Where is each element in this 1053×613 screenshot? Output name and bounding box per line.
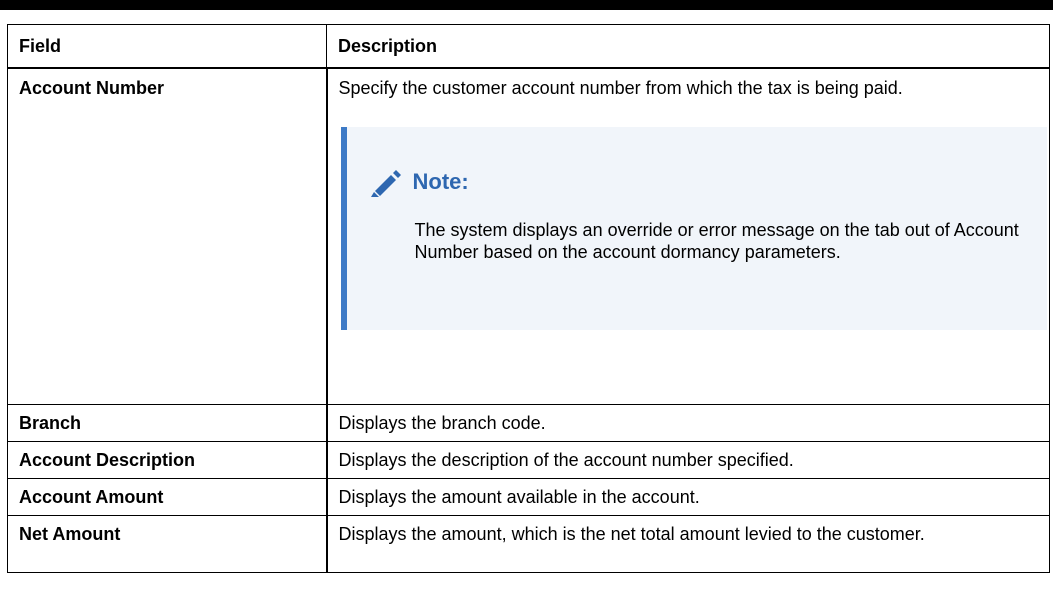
- field-name: Account Number: [7, 67, 328, 405]
- field-name: Account Amount: [7, 478, 328, 516]
- field-name: Account Description: [7, 441, 328, 479]
- note-title: Note:: [412, 168, 469, 194]
- table-row: Account Amount Displays the amount avail…: [7, 478, 1050, 516]
- note-box: Note: The system displays an override or…: [340, 126, 1048, 330]
- field-description: Displays the amount, which is the net to…: [326, 515, 1050, 573]
- field-description: Displays the branch code.: [326, 404, 1050, 442]
- column-header-description: Description: [326, 24, 1050, 69]
- field-description: Displays the description of the account …: [326, 441, 1050, 479]
- field-description-cell: Specify the customer account number from…: [326, 67, 1050, 405]
- table-row: Branch Displays the branch code.: [7, 404, 1050, 442]
- table-header-row: Field Description: [7, 24, 1050, 69]
- field-description: Specify the customer account number from…: [338, 77, 903, 98]
- column-header-field: Field: [7, 24, 327, 69]
- field-name: Branch: [7, 404, 328, 442]
- field-description-table: Field Description Account Number Specify…: [7, 24, 1050, 573]
- note-text: The system displays an override or error…: [414, 219, 1019, 262]
- note-header: Note:: [369, 167, 1048, 197]
- pencil-icon: [370, 169, 401, 197]
- table-row: Account Description Displays the descrip…: [7, 441, 1050, 479]
- header-rule: [0, 0, 1053, 10]
- field-description: Displays the amount available in the acc…: [326, 478, 1050, 516]
- table-row: Account Number Specify the customer acco…: [7, 67, 1050, 405]
- table-row: Net Amount Displays the amount, which is…: [7, 515, 1050, 573]
- field-name: Net Amount: [7, 515, 328, 573]
